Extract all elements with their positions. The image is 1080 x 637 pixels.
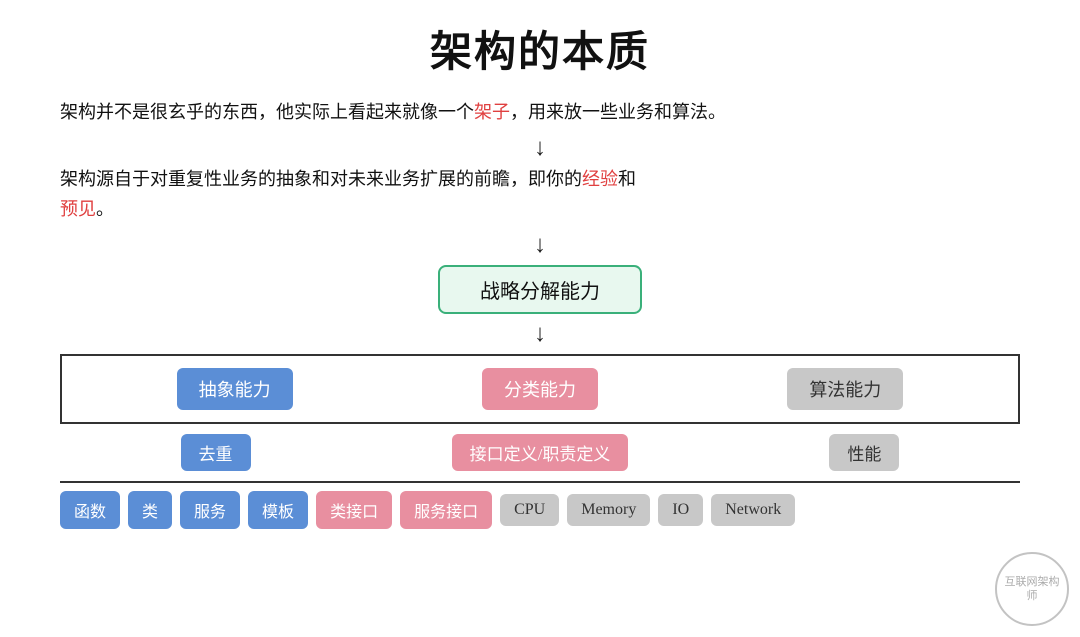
- strategy-box: 战略分解能力: [438, 265, 642, 314]
- bottom-pink-2: 服务接口: [400, 491, 492, 529]
- bottom-gray-memory: Memory: [567, 494, 650, 526]
- level2-col3: 性能: [829, 434, 899, 471]
- paragraph2-middle: 和: [618, 169, 636, 189]
- bottom-blue-2: 类: [128, 491, 172, 529]
- level1-col1: 抽象能力: [177, 368, 293, 410]
- bottom-gray-cpu: CPU: [500, 494, 559, 526]
- arrow3: ↓: [534, 322, 546, 346]
- arrow1: ↓: [534, 136, 546, 160]
- level1-container: 抽象能力 分类能力 算法能力: [60, 354, 1020, 424]
- level2-col2: 接口定义/职责定义: [452, 434, 629, 471]
- page-title: 架构的本质: [430, 18, 650, 79]
- level1-col2: 分类能力: [482, 368, 598, 410]
- bottom-gray-network: Network: [711, 494, 795, 526]
- watermark-circle: 互联网架构师: [995, 552, 1069, 626]
- level1-col3: 算法能力: [787, 368, 903, 410]
- bottom-blue-4: 模板: [248, 491, 308, 529]
- bottom-blue-1: 函数: [60, 491, 120, 529]
- arrow2: ↓: [534, 233, 546, 257]
- bottom-blue-3: 服务: [180, 491, 240, 529]
- page-container: 架构的本质 架构并不是很玄乎的东西，他实际上看起来就像一个架子，用来放一些业务和…: [0, 0, 1080, 637]
- bottom-row: 函数 类 服务 模板 类接口 服务接口 CPU Memory IO Networ…: [60, 481, 1020, 533]
- paragraph1-before: 架构并不是很玄乎的东西，他实际上看起来就像一个: [60, 102, 474, 122]
- level2-col1: 去重: [181, 434, 251, 471]
- paragraph2: 架构源自于对重复性业务的抽象和对未来业务扩展的前瞻，即你的经验和预见。: [60, 164, 1020, 225]
- paragraph2-before: 架构源自于对重复性业务的抽象和对未来业务扩展的前瞻，即你的: [60, 169, 582, 189]
- paragraph1-middle: ，用来放一些业务和算法。: [510, 102, 726, 122]
- bottom-gray-io: IO: [658, 494, 703, 526]
- paragraph2-highlight1: 经验: [582, 169, 618, 189]
- watermark: 互联网架构师: [992, 549, 1072, 629]
- paragraph2-highlight2: 预见: [60, 199, 96, 219]
- paragraph1-highlight1: 架子: [474, 102, 510, 122]
- paragraph2-after: 。: [96, 199, 114, 219]
- level2-row: 去重 接口定义/职责定义 性能: [60, 430, 1020, 475]
- watermark-text: 互联网架构师: [1001, 575, 1063, 604]
- bottom-pink-1: 类接口: [316, 491, 392, 529]
- paragraph1: 架构并不是很玄乎的东西，他实际上看起来就像一个架子，用来放一些业务和算法。: [60, 97, 1020, 128]
